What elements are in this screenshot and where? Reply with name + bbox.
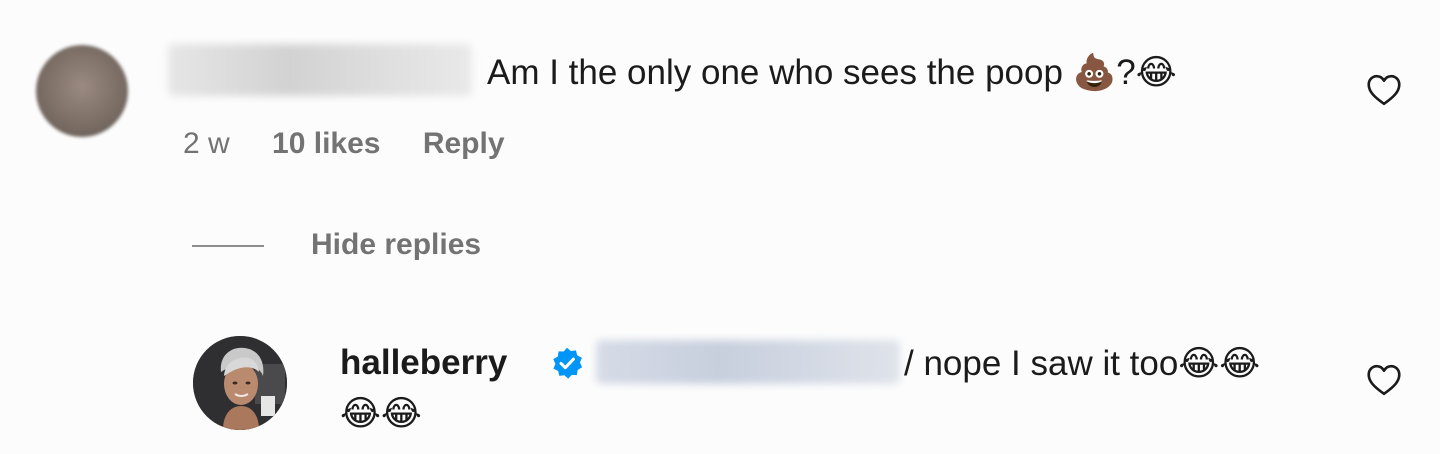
reply-username[interactable]: halleberry <box>340 341 507 385</box>
comment-meta: 2 w 10 likes Reply <box>183 124 539 164</box>
commenter-avatar[interactable] <box>36 45 128 137</box>
reply-text: / nope I saw it too😂😂 <box>904 344 1261 383</box>
reply-like-heart-icon[interactable] <box>1366 364 1402 396</box>
hide-replies-button[interactable]: Hide replies <box>311 225 481 265</box>
reply-text-continuation: 😂😂 <box>340 394 422 434</box>
comment-timestamp[interactable]: 2 w <box>183 127 230 160</box>
comment-item: Am I the only one who sees the poop 💩?😂 … <box>0 0 1440 180</box>
blurred-commenter-username <box>168 44 472 96</box>
replies-divider-line <box>192 245 264 247</box>
verified-badge-icon <box>550 346 584 380</box>
comment-likes-count[interactable]: 10 likes <box>272 127 380 160</box>
blurred-mentioned-username <box>596 340 900 384</box>
reply-button[interactable]: Reply <box>423 127 505 160</box>
like-heart-icon[interactable] <box>1366 74 1402 106</box>
comment-text: Am I the only one who sees the poop 💩?😂 <box>487 53 1177 92</box>
reply-avatar[interactable] <box>193 336 287 430</box>
